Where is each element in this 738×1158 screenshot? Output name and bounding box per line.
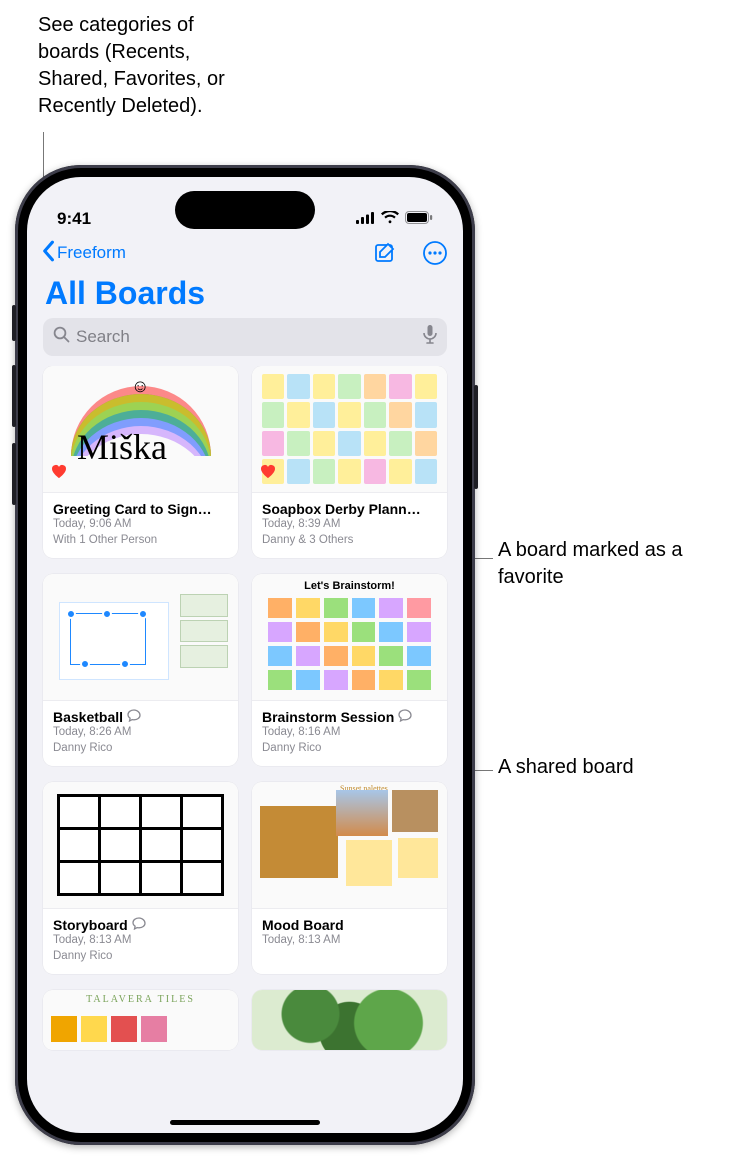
thumb-title: Let's Brainstorm! [252,580,447,592]
board-thumbnail [252,366,447,492]
back-button[interactable]: Freeform [41,240,126,267]
board-card[interactable]: TALAVERA TILES [43,990,238,1050]
board-shared-with: Danny Rico [53,741,228,757]
shared-bubble-icon [132,917,146,933]
board-thumbnail: TALAVERA TILES [43,990,238,1050]
board-thumbnail: Sunset palettes [252,782,447,908]
search-icon [53,326,70,348]
board-title: Mood Board [262,917,344,933]
board-timestamp: Today, 9:06 AM [53,517,228,533]
board-timestamp: Today, 8:26 AM [53,725,228,741]
board-shared-with: Danny Rico [53,949,228,965]
board-thumbnail [43,782,238,908]
shared-bubble-icon [398,709,412,725]
board-card[interactable]: Let's Brainstorm! Brainstorm Session Tod… [252,574,447,766]
board-timestamp: Today, 8:16 AM [262,725,437,741]
board-card[interactable]: Basketball Today, 8:26 AM Danny Rico [43,574,238,766]
home-indicator[interactable] [170,1120,320,1125]
cellular-icon [356,209,375,229]
board-card[interactable]: Storyboard Today, 8:13 AM Danny Rico [43,782,238,974]
page-title: All Boards [27,271,463,318]
wifi-icon [381,209,399,229]
callout-shared: A shared board [498,754,634,781]
iphone-frame: 9:41 Freeform [15,165,475,1145]
board-card[interactable]: ☺ Miška Greeting Card to Sign… Today, 9:… [43,366,238,558]
board-title: Soapbox Derby Plann… [262,501,421,517]
board-shared-with: Danny Rico [262,741,437,757]
board-title: Storyboard [53,917,128,933]
volume-up-button [12,365,16,427]
volume-down-button [12,443,16,505]
power-button [474,385,478,489]
board-title: Brainstorm Session [262,709,394,725]
boards-grid[interactable]: ☺ Miška Greeting Card to Sign… Today, 9:… [27,366,463,1133]
board-card[interactable]: Soapbox Derby Plann… Today, 8:39 AM Dann… [252,366,447,558]
nav-bar: Freeform [27,233,463,271]
board-thumbnail [252,990,447,1050]
favorite-heart-icon [51,464,67,484]
board-thumbnail: Let's Brainstorm! [252,574,447,700]
status-time: 9:41 [57,209,91,229]
board-title: Basketball [53,709,123,725]
board-card[interactable]: Sunset palettes Mood Board Today, 8:13 A… [252,782,447,974]
shared-bubble-icon [127,709,141,725]
dynamic-island [175,191,315,229]
board-timestamp: Today, 8:39 AM [262,517,437,533]
board-card[interactable] [252,990,447,1050]
board-shared-with: With 1 Other Person [53,533,228,549]
more-button[interactable] [421,239,449,267]
callout-favorite: A board marked as a favorite [498,537,718,591]
callout-categories: See categories of boards (Recents, Share… [38,12,258,120]
board-thumbnail: ☺ Miška [43,366,238,492]
board-shared-with: Danny & 3 Others [262,533,437,549]
side-button [12,305,16,341]
back-label: Freeform [57,243,126,263]
chevron-left-icon [41,240,55,267]
search-placeholder: Search [76,327,417,347]
favorite-heart-icon [260,464,276,484]
board-timestamp: Today, 8:13 AM [53,933,228,949]
new-board-button[interactable] [371,239,399,267]
screen: 9:41 Freeform [27,177,463,1133]
search-input[interactable]: Search [43,318,447,356]
board-timestamp: Today, 8:13 AM [262,933,437,949]
board-thumbnail [43,574,238,700]
battery-icon [405,209,433,229]
board-title: Greeting Card to Sign… [53,501,212,517]
dictate-icon[interactable] [423,325,437,349]
